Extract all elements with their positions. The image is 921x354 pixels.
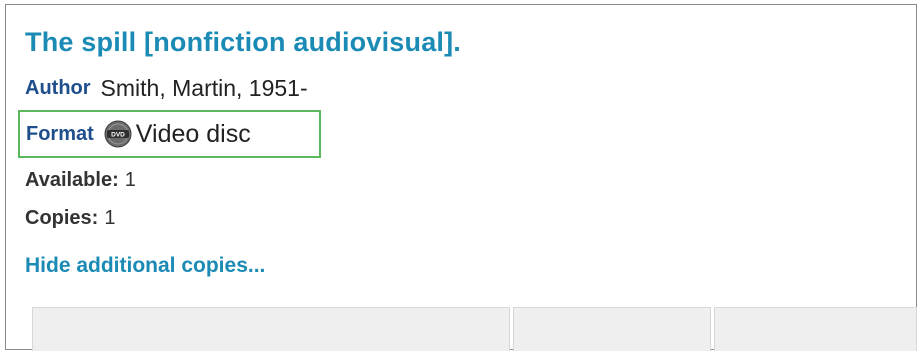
- format-label: Format: [26, 122, 94, 145]
- hide-additional-copies-link[interactable]: Hide additional copies...: [25, 254, 265, 278]
- copies-table-header-cell: [32, 307, 510, 351]
- record-title-link[interactable]: The spill [nonfiction audiovisual].: [25, 27, 461, 58]
- copies-table-header-cell: [513, 307, 711, 351]
- author-label: Author: [25, 77, 91, 99]
- copies-value: 1: [104, 207, 116, 229]
- dvd-icon-text: DVD: [111, 132, 125, 139]
- format-row-highlight: Format DVD Video disc: [18, 110, 321, 158]
- author-row: Author Smith, Martin, 1951-: [25, 75, 308, 102]
- author-value: Smith, Martin, 1951-: [100, 75, 308, 101]
- format-value: Video disc: [135, 119, 251, 148]
- record-container: The spill [nonfiction audiovisual]. Auth…: [5, 4, 917, 351]
- available-value: 1: [124, 169, 136, 191]
- available-row: Available: 1: [25, 169, 136, 192]
- copies-label: Copies:: [25, 207, 99, 229]
- dvd-disc-icon: DVD: [104, 120, 132, 148]
- available-label: Available:: [25, 169, 119, 191]
- copies-table-header-cell: [714, 307, 917, 351]
- copies-row: Copies: 1: [25, 207, 115, 230]
